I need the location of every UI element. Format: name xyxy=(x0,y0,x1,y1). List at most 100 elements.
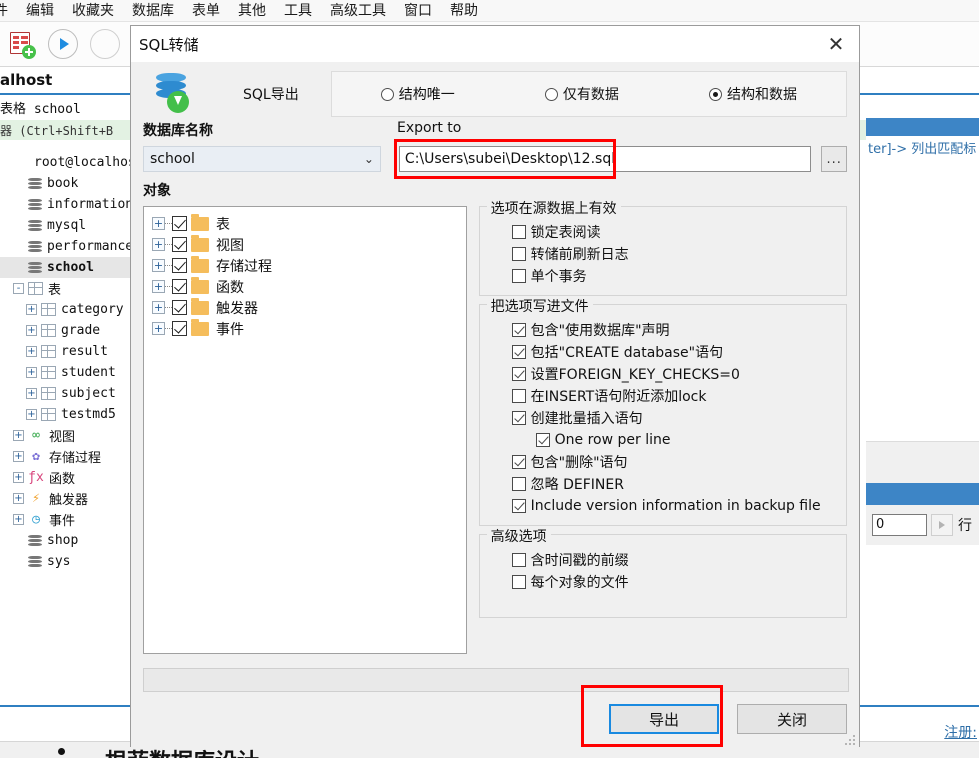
object-row[interactable]: + 触发器 xyxy=(152,297,466,318)
option-checkbox[interactable] xyxy=(511,247,526,261)
view-icon: ∞ xyxy=(32,428,40,443)
expand-icon[interactable]: + xyxy=(26,367,37,378)
menu-item-0[interactable]: 件 xyxy=(0,0,17,22)
option-checkbox[interactable] xyxy=(511,411,526,425)
option-checkbox[interactable] xyxy=(511,389,526,403)
option-row[interactable]: 包含"使用数据库"声明 xyxy=(480,319,846,341)
close-icon[interactable]: ✕ xyxy=(813,26,859,62)
expand-icon[interactable]: + xyxy=(152,259,165,272)
option-checkbox[interactable] xyxy=(511,323,526,337)
objects-panel[interactable]: + 表 + 视图 + 存储过程 + 函数 + 触发器 + 事件 xyxy=(143,206,467,654)
option-row[interactable]: 锁定表阅读 xyxy=(480,221,846,243)
object-checkbox[interactable] xyxy=(172,216,187,231)
object-checkbox[interactable] xyxy=(172,300,187,315)
menu-item-6[interactable]: 工具 xyxy=(275,0,321,22)
menu-item-5[interactable]: 其他 xyxy=(229,0,275,22)
option-checkbox[interactable] xyxy=(511,477,526,491)
group-file-options: 把选项写进文件 包含"使用数据库"声明 包括"CREATE database"语句… xyxy=(478,296,847,526)
option-checkbox[interactable] xyxy=(511,575,526,589)
object-checkbox[interactable] xyxy=(172,237,187,252)
option-checkbox[interactable] xyxy=(511,367,526,381)
expand-icon[interactable]: + xyxy=(13,472,24,483)
option-row[interactable]: 含时间戳的前缀 xyxy=(480,549,846,571)
option-row[interactable]: 每个对象的文件 xyxy=(480,571,846,593)
option-row[interactable]: 包含"删除"语句 xyxy=(480,451,846,473)
radio-mode-1[interactable]: 仅有数据 xyxy=(544,84,619,104)
option-row[interactable]: One row per line xyxy=(480,429,846,451)
expand-icon[interactable]: + xyxy=(26,388,37,399)
play-icon xyxy=(48,29,78,59)
database-select[interactable]: school ⌄ xyxy=(143,146,381,172)
object-row[interactable]: + 函数 xyxy=(152,276,466,297)
option-row[interactable]: 包括"CREATE database"语句 xyxy=(480,341,846,363)
expand-icon[interactable]: + xyxy=(152,301,165,314)
object-row[interactable]: + 存储过程 xyxy=(152,255,466,276)
app-window: 件编辑 收藏夹 数据库 表单 其他 工具 高级工具 窗口 帮助 alhost 表格 school… xyxy=(0,0,979,758)
table-icon xyxy=(41,345,56,358)
option-row[interactable]: 转储前刷新日志 xyxy=(480,243,846,265)
export-path-input[interactable]: C:\Users\subei\Desktop\12.sql xyxy=(398,146,812,172)
close-button[interactable]: 关闭 xyxy=(737,704,847,734)
expand-icon[interactable]: + xyxy=(152,280,165,293)
option-row[interactable]: Include version information in backup fi… xyxy=(480,495,846,517)
resize-grip[interactable] xyxy=(844,734,856,746)
object-row[interactable]: + 表 xyxy=(152,213,466,234)
expand-icon[interactable]: + xyxy=(26,346,37,357)
expand-icon[interactable]: + xyxy=(13,514,24,525)
option-checkbox[interactable] xyxy=(511,455,526,469)
browse-button[interactable]: ... xyxy=(821,146,847,172)
group-advanced-title: 高级选项 xyxy=(486,526,551,546)
menu-item-2[interactable]: 收藏夹 xyxy=(63,0,123,22)
expand-icon[interactable]: + xyxy=(13,493,24,504)
option-label: 锁定表阅读 xyxy=(530,225,601,241)
export-button[interactable]: 导出 xyxy=(609,704,719,734)
option-checkbox[interactable] xyxy=(511,499,526,513)
option-row[interactable]: 单个事务 xyxy=(480,265,846,287)
tree-node-label: 视图 xyxy=(49,430,76,445)
right-editor-pane[interactable] xyxy=(866,136,979,491)
expand-icon[interactable]: + xyxy=(26,409,37,420)
expand-icon[interactable]: + xyxy=(26,325,37,336)
object-checkbox[interactable] xyxy=(172,258,187,273)
expand-icon[interactable]: + xyxy=(13,451,24,462)
bullet-icon xyxy=(58,748,65,755)
option-checkbox[interactable] xyxy=(511,345,526,359)
option-checkbox[interactable] xyxy=(511,269,526,283)
tree-node-label: grade xyxy=(61,323,101,338)
object-row[interactable]: + 事件 xyxy=(152,318,466,339)
menu-item-3[interactable]: 数据库 xyxy=(123,0,183,22)
run-secondary-icon[interactable] xyxy=(84,23,126,65)
object-row[interactable]: + 视图 xyxy=(152,234,466,255)
expand-icon[interactable]: + xyxy=(13,430,24,441)
collapse-icon[interactable]: - xyxy=(13,283,24,294)
row-offset-input[interactable]: 0 xyxy=(872,514,927,536)
object-checkbox[interactable] xyxy=(172,279,187,294)
menu-item-1[interactable]: 编辑 xyxy=(17,0,63,22)
expand-icon[interactable]: + xyxy=(152,238,165,251)
option-row[interactable]: 设置FOREIGN_KEY_CHECKS=0 xyxy=(480,363,846,385)
expand-icon[interactable]: + xyxy=(152,322,165,335)
run-query-icon[interactable] xyxy=(42,23,84,65)
radio-label: 结构和数据 xyxy=(726,87,797,103)
option-checkbox[interactable] xyxy=(511,225,526,239)
menu-item-7[interactable]: 高级工具 xyxy=(321,0,395,22)
next-page-button[interactable] xyxy=(931,514,953,536)
option-checkbox[interactable] xyxy=(535,433,550,447)
option-row[interactable]: 忽略 DEFINER xyxy=(480,473,846,495)
expand-icon[interactable]: + xyxy=(152,217,165,230)
object-checkbox[interactable] xyxy=(172,321,187,336)
menu-item-9[interactable]: 帮助 xyxy=(441,0,487,22)
radio-mode-0[interactable]: 结构唯一 xyxy=(380,84,455,104)
query-glyph xyxy=(8,31,36,59)
register-link[interactable]: 注册: xyxy=(944,722,977,742)
expand-icon[interactable]: + xyxy=(26,304,37,315)
option-checkbox[interactable] xyxy=(511,553,526,567)
option-row[interactable]: 创建批量插入语句 xyxy=(480,407,846,429)
radio-mode-2[interactable]: 结构和数据 xyxy=(708,84,797,104)
menu-item-4[interactable]: 表单 xyxy=(183,0,229,22)
table-icon xyxy=(41,366,56,379)
menu-item-8[interactable]: 窗口 xyxy=(395,0,441,22)
new-query-icon[interactable] xyxy=(0,23,42,65)
option-row[interactable]: 在INSERT语句附近添加lock xyxy=(480,385,846,407)
